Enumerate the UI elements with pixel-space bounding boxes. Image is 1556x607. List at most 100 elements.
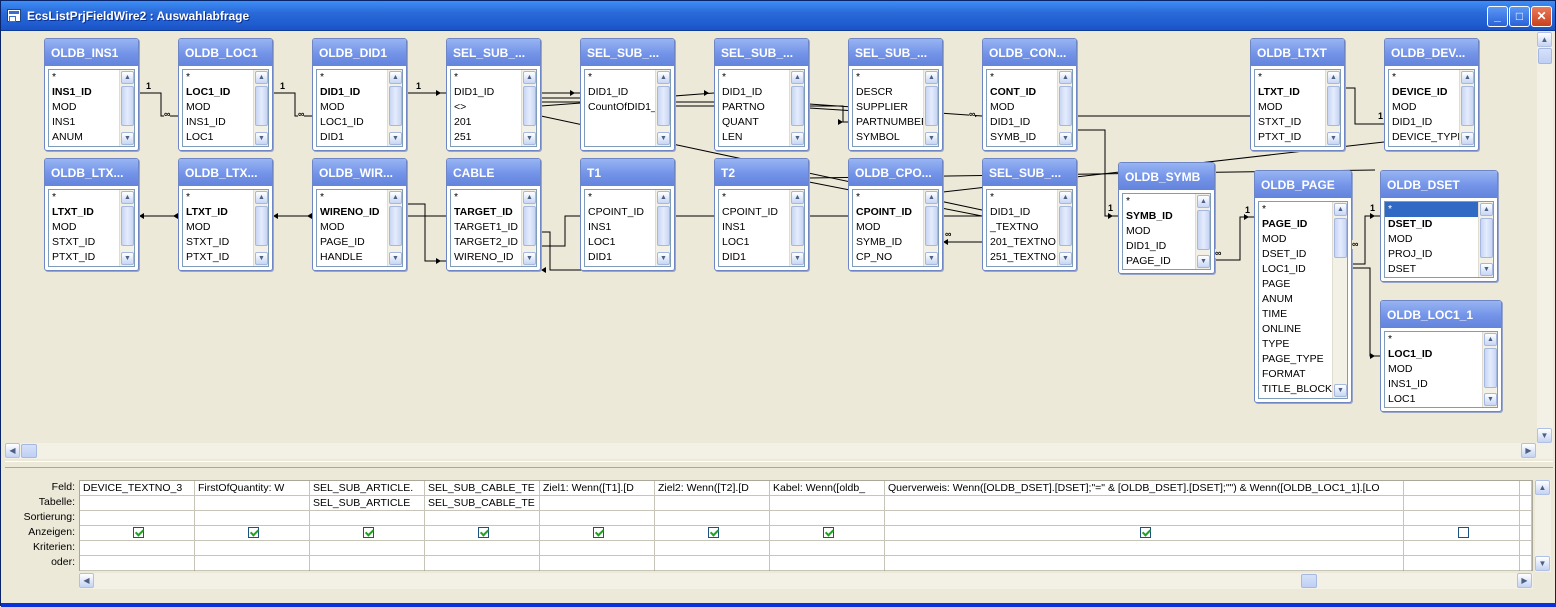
field-list-scrollbar[interactable]: ▲ ▼ bbox=[789, 190, 804, 266]
field-item[interactable]: DSET_ID bbox=[1259, 247, 1333, 262]
field-item[interactable]: LOC1 bbox=[1385, 392, 1459, 407]
field-item[interactable]: LOC1 bbox=[719, 235, 793, 250]
sort-cell[interactable] bbox=[655, 511, 769, 526]
field-item[interactable]: LTXT_ID bbox=[1255, 85, 1329, 100]
table-title[interactable]: OLDB_DSET bbox=[1381, 171, 1497, 198]
criteria-cell[interactable] bbox=[1404, 541, 1519, 556]
scroll-thumb[interactable] bbox=[1334, 218, 1347, 258]
field-item[interactable]: CountOfDID1_ID bbox=[585, 100, 659, 115]
scroll-right-icon[interactable]: ▶ bbox=[1517, 573, 1532, 588]
field-item[interactable]: LOC1_ID bbox=[1385, 347, 1459, 362]
field-item[interactable]: CPOINT_ID bbox=[853, 205, 927, 220]
field-item[interactable]: TITLE_BLOCK bbox=[1259, 382, 1333, 397]
scroll-left-icon[interactable]: ◀ bbox=[5, 443, 20, 458]
table-title[interactable]: OLDB_DEV... bbox=[1385, 39, 1478, 66]
field-item[interactable]: WIRENO_ID bbox=[451, 250, 525, 265]
field-item[interactable]: PAGE_ID bbox=[317, 235, 391, 250]
field-item[interactable]: ANUM bbox=[49, 130, 123, 145]
show-checkbox[interactable] bbox=[363, 527, 374, 538]
scroll-thumb[interactable] bbox=[1484, 348, 1497, 388]
grid-vertical-scrollbar[interactable]: ▲ ▼ bbox=[1535, 480, 1551, 572]
field-item[interactable]: DESCR bbox=[853, 85, 927, 100]
scroll-thumb[interactable] bbox=[1461, 86, 1474, 126]
field-item[interactable]: MOD bbox=[183, 100, 257, 115]
field-list[interactable]: * CPOINT_ID INS1 LOC1 DID1 ▲ ▼ bbox=[718, 189, 805, 267]
field-item[interactable]: SYMB_ID bbox=[853, 235, 927, 250]
table-diagram-pane[interactable]: OLDB_INS1 * INS1_ID MOD INS1 ANUM ▲ ▼ OLDB_LOC1 *… bbox=[5, 32, 1553, 459]
criteria-cell[interactable] bbox=[425, 541, 539, 556]
field-item[interactable]: * bbox=[49, 190, 123, 205]
scroll-up-icon[interactable]: ▲ bbox=[1327, 71, 1340, 84]
scroll-up-icon[interactable]: ▲ bbox=[389, 71, 402, 84]
scroll-down-icon[interactable]: ▼ bbox=[1537, 428, 1552, 443]
scroll-thumb[interactable] bbox=[389, 86, 402, 126]
show-checkbox[interactable] bbox=[248, 527, 259, 538]
scroll-up-icon[interactable]: ▲ bbox=[389, 191, 402, 204]
scroll-up-icon[interactable]: ▲ bbox=[657, 191, 670, 204]
field-item[interactable]: INS1_ID bbox=[1385, 377, 1459, 392]
field-item[interactable]: DSET bbox=[1385, 262, 1459, 277]
field-item[interactable]: DID1_ID bbox=[317, 85, 391, 100]
show-checkbox[interactable] bbox=[1457, 527, 1469, 538]
field-item[interactable]: WIRENO_ID bbox=[317, 205, 391, 220]
maximize-button[interactable]: □ bbox=[1509, 6, 1530, 27]
table-title[interactable]: OLDB_SYMB bbox=[1119, 163, 1214, 190]
scroll-thumb[interactable] bbox=[1327, 86, 1340, 126]
field-item[interactable]: 201 bbox=[451, 115, 525, 130]
scroll-thumb[interactable] bbox=[255, 86, 268, 126]
field-list-scrollbar[interactable]: ▲ ▼ bbox=[1195, 194, 1210, 269]
scroll-thumb[interactable] bbox=[21, 444, 37, 458]
field-cell[interactable] bbox=[1404, 481, 1519, 496]
scroll-up-icon[interactable]: ▲ bbox=[1334, 203, 1347, 216]
field-item[interactable]: PAGE_TYPE bbox=[1259, 352, 1333, 367]
field-item[interactable]: PAGE_ID bbox=[1259, 217, 1333, 232]
pane-splitter[interactable] bbox=[5, 461, 1553, 468]
show-cell[interactable] bbox=[310, 526, 424, 541]
table-title[interactable]: OLDB_LOC1_1 bbox=[1381, 301, 1501, 328]
field-item[interactable]: MOD bbox=[853, 220, 927, 235]
field-item[interactable]: LEN bbox=[719, 130, 793, 145]
field-list-scrollbar[interactable]: ▲ ▼ bbox=[1482, 332, 1497, 407]
scroll-down-icon[interactable]: ▼ bbox=[657, 252, 670, 265]
table-title[interactable]: CABLE bbox=[447, 159, 540, 186]
table-cell[interactable] bbox=[195, 496, 309, 511]
show-cell[interactable] bbox=[1404, 526, 1519, 541]
field-cell[interactable]: Querverweis: Wenn([OLDB_DSET].[DSET];"="… bbox=[885, 481, 1403, 496]
field-item[interactable]: 251_TEXTNO bbox=[987, 250, 1061, 265]
field-item[interactable]: * bbox=[1385, 202, 1493, 217]
diagram-vertical-scrollbar[interactable]: ▲ ▼ bbox=[1537, 32, 1553, 459]
field-list-table[interactable]: OLDB_LTX... * LTXT_ID MOD STXT_ID PTXT_ID ▲ ▼ bbox=[44, 158, 139, 271]
scroll-up-icon[interactable]: ▲ bbox=[925, 71, 938, 84]
field-list[interactable]: * DID1_ID _TEXTNO 201_TEXTNO 251_TEXTNO ▲ ▼ bbox=[986, 189, 1073, 267]
show-checkbox[interactable] bbox=[823, 527, 834, 538]
criteria-cell[interactable] bbox=[885, 541, 1403, 556]
scroll-thumb[interactable] bbox=[1480, 218, 1493, 258]
field-item[interactable]: DID1 bbox=[317, 130, 391, 145]
scroll-down-icon[interactable]: ▼ bbox=[1535, 556, 1550, 571]
scroll-up-icon[interactable]: ▲ bbox=[255, 71, 268, 84]
field-item[interactable]: PARTNUMBER bbox=[853, 115, 927, 130]
field-list-scrollbar[interactable]: ▲ ▼ bbox=[521, 190, 536, 266]
sort-cell[interactable] bbox=[1404, 511, 1519, 526]
field-item[interactable]: 201_TEXTNO bbox=[987, 235, 1061, 250]
or-cell[interactable] bbox=[1404, 556, 1519, 571]
field-item[interactable]: INS1 bbox=[49, 115, 123, 130]
table-title[interactable]: OLDB_CON... bbox=[983, 39, 1076, 66]
grid-column[interactable]: DEVICE_TEXTNO_3 bbox=[80, 481, 195, 571]
criteria-cell[interactable] bbox=[80, 541, 194, 556]
sort-cell[interactable] bbox=[310, 511, 424, 526]
field-list-scrollbar[interactable]: ▲ ▼ bbox=[655, 70, 670, 146]
scroll-thumb[interactable] bbox=[1301, 574, 1317, 588]
scroll-down-icon[interactable]: ▼ bbox=[1059, 252, 1072, 265]
field-item[interactable]: TIME bbox=[1259, 307, 1333, 322]
grid-column[interactable] bbox=[1520, 481, 1532, 571]
field-item[interactable]: DID1_ID bbox=[987, 205, 1061, 220]
field-item[interactable]: * bbox=[183, 70, 257, 85]
field-list-scrollbar[interactable]: ▲ ▼ bbox=[923, 70, 938, 146]
field-list-table[interactable]: OLDB_WIR... * WIRENO_ID MOD PAGE_ID HANDLE ▲ ▼ bbox=[312, 158, 407, 271]
table-title[interactable]: SEL_SUB_... bbox=[447, 39, 540, 66]
table-title[interactable]: SEL_SUB_... bbox=[983, 159, 1076, 186]
scroll-down-icon[interactable]: ▼ bbox=[389, 252, 402, 265]
field-list[interactable]: * WIRENO_ID MOD PAGE_ID HANDLE ▲ ▼ bbox=[316, 189, 403, 267]
field-cell[interactable]: SEL_SUB_ARTICLE. bbox=[310, 481, 424, 496]
